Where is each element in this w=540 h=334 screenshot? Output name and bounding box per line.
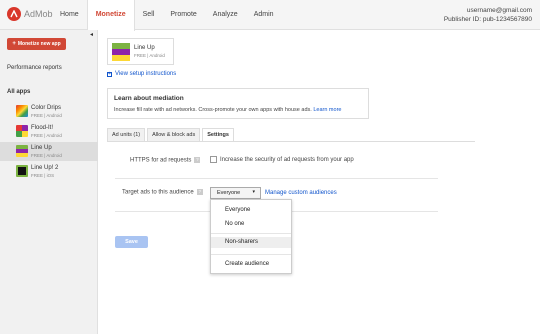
audience-option-create-audience[interactable]: Create audience xyxy=(211,259,291,270)
https-checkbox[interactable] xyxy=(210,156,217,163)
https-checkbox-label[interactable]: Increase the security of ad requests fro… xyxy=(220,157,354,163)
app-card-sub: FREE | Android xyxy=(134,53,165,58)
setup-link-label: View setup instructions xyxy=(115,71,177,77)
tab-settings[interactable]: Settings xyxy=(202,128,234,142)
target-audience-label: Target ads to this audience xyxy=(122,189,194,196)
expand-icon: + xyxy=(107,70,112,77)
tab-ad-units[interactable]: Ad units (1) xyxy=(107,128,146,141)
main-nav: Home Monetize Sell Promote Analyze Admin xyxy=(52,0,282,31)
target-label-row: Target ads to this audience? xyxy=(122,189,203,196)
save-button[interactable]: Save xyxy=(115,236,148,248)
audience-dropdown-menu: Everyone No one Non-sharers Create audie… xyxy=(210,199,292,274)
tab-allow-block-ads[interactable]: Allow & block ads xyxy=(147,128,201,141)
audience-option-non-sharers[interactable]: Non-sharers xyxy=(211,237,291,248)
selected-app-card: Line Up FREE | Android xyxy=(107,38,174,65)
view-setup-instructions-link[interactable]: + View setup instructions xyxy=(107,71,176,77)
menu-divider xyxy=(211,233,291,234)
https-label: HTTPS for ad requests xyxy=(130,157,192,164)
app-sub: FREE | Android xyxy=(31,113,62,118)
mediation-text: Increase fill rate with ad networks. Cro… xyxy=(114,107,341,113)
sidebar-app-color-drips[interactable]: Color Drips FREE | Android xyxy=(0,102,98,121)
app-sub: FREE | iOS xyxy=(31,173,55,178)
nav-sell[interactable]: Sell xyxy=(135,0,163,30)
admob-logo-icon xyxy=(7,7,21,21)
app-name: Line Up! 2 xyxy=(31,165,59,171)
audience-option-everyone[interactable]: Everyone xyxy=(211,205,291,216)
publisher-id: Publisher ID: pub-1234567890 xyxy=(443,16,532,23)
line-up-icon xyxy=(16,145,28,157)
nav-analyze[interactable]: Analyze xyxy=(205,0,246,30)
mediation-description: Increase fill rate with ad networks. Cro… xyxy=(114,107,312,113)
flood-it-icon xyxy=(16,125,28,137)
audience-option-no-one[interactable]: No one xyxy=(211,219,291,230)
nav-monetize[interactable]: Monetize xyxy=(86,0,135,31)
performance-reports-link[interactable]: Performance reports xyxy=(7,65,62,71)
nav-promote[interactable]: Promote xyxy=(162,0,204,30)
all-apps-heading: All apps xyxy=(7,89,31,95)
account-info[interactable]: username@gmail.com Publisher ID: pub-123… xyxy=(444,6,532,24)
plus-icon: + xyxy=(12,41,16,47)
learn-more-link[interactable]: Learn more xyxy=(313,107,341,113)
collapse-sidebar-icon[interactable]: ◂ xyxy=(90,31,93,38)
sidebar-app-line-up[interactable]: Line Up FREE | Android xyxy=(0,142,98,161)
app-name: Color Drips xyxy=(31,105,62,111)
monetize-new-app-button[interactable]: + Monetize new app xyxy=(7,38,66,50)
sidebar xyxy=(0,30,98,334)
mediation-title: Learn about mediation xyxy=(114,95,184,102)
sidebar-app-line-up-2[interactable]: Line Up! 2 FREE | iOS xyxy=(0,162,98,181)
divider xyxy=(115,178,438,179)
app-name: Line Up xyxy=(31,145,52,151)
help-icon[interactable]: ? xyxy=(194,157,201,163)
top-bar: AdMob Home Monetize Sell Promote Analyze… xyxy=(0,0,540,31)
nav-home[interactable]: Home xyxy=(52,0,87,30)
tabs: Ad units (1) Allow & block ads Settings xyxy=(107,128,236,142)
audience-select[interactable]: Everyone ▾ xyxy=(210,187,261,199)
line-up-icon xyxy=(112,43,130,61)
audience-select-value: Everyone xyxy=(217,190,241,196)
admob-logo[interactable]: AdMob xyxy=(7,7,53,21)
app-sub: FREE | Android xyxy=(31,133,62,138)
app-card-name: Line Up xyxy=(134,45,155,51)
help-icon[interactable]: ? xyxy=(196,189,203,195)
chevron-down-icon: ▾ xyxy=(252,189,255,195)
monetize-new-app-label: Monetize new app xyxy=(17,41,61,47)
account-email: username@gmail.com xyxy=(466,7,532,14)
sidebar-app-flood-it[interactable]: Flood-It! FREE | Android xyxy=(0,122,98,141)
logo-text: AdMob xyxy=(24,9,53,19)
color-drips-icon xyxy=(16,105,28,117)
menu-divider xyxy=(211,254,291,255)
mediation-banner: Learn about mediation Increase fill rate… xyxy=(107,88,369,119)
manage-custom-audiences-link[interactable]: Manage custom audiences xyxy=(265,190,337,196)
https-label-row: HTTPS for ad requests? xyxy=(130,157,201,164)
nav-admin[interactable]: Admin xyxy=(246,0,282,30)
app-sub: FREE | Android xyxy=(31,153,62,158)
app-name: Flood-It! xyxy=(31,125,54,131)
line-up-2-icon xyxy=(16,165,28,177)
tab-divider xyxy=(107,141,475,142)
